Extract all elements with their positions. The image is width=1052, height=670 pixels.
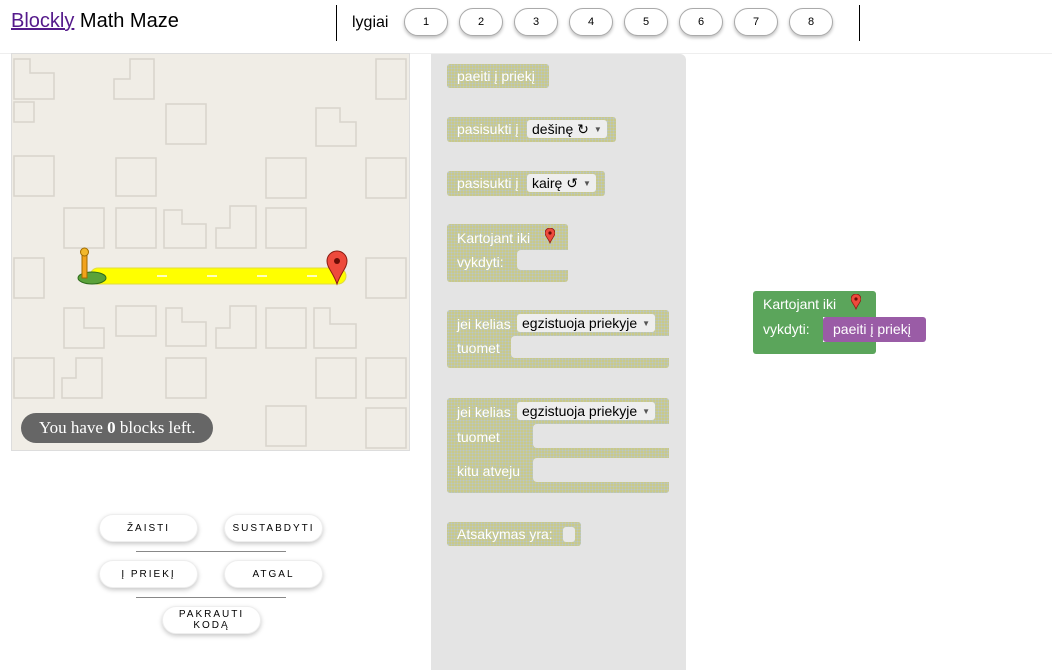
- toolbox-turn-right-block[interactable]: pasisukti į dešinę ↻ ▼: [447, 117, 616, 142]
- turn-left-label: pasisukti į: [457, 175, 519, 191]
- levels-label: lygiai: [352, 14, 389, 31]
- goal-marker-icon: [850, 293, 862, 313]
- app-title-rest: Math Maze: [74, 10, 179, 32]
- maze-canvas: [11, 53, 410, 451]
- if-then-label: tuomet: [457, 340, 500, 356]
- stop-button[interactable]: SUSTABDYTI: [224, 514, 323, 542]
- app-title: Blockly Math Maze: [11, 10, 179, 33]
- toolbox-if-block[interactable]: jei kelias egzistuoja priekyje ▼ tuomet: [447, 310, 669, 368]
- level-3-button[interactable]: 3: [514, 8, 558, 36]
- repeat-do-label: vykdyti:: [457, 254, 504, 270]
- maze-svg: [13, 58, 407, 449]
- if-else-else-slot[interactable]: [533, 458, 669, 482]
- level-4-button[interactable]: 4: [569, 8, 613, 36]
- turn-right-dropdown-value: dešinę ↻: [532, 121, 589, 137]
- if-else-path-label: jei kelias: [457, 404, 511, 420]
- toolbox-if-else-block[interactable]: jei kelias egzistuoja priekyje ▼ tuomet k…: [447, 398, 669, 493]
- controls-divider-1: [136, 551, 286, 552]
- if-path-label: jei kelias: [457, 316, 511, 332]
- workspace-move-forward-label: paeiti į priekį: [833, 321, 911, 337]
- workspace-do-label: vykdyti:: [763, 321, 810, 337]
- if-path-dropdown[interactable]: egzistuoja priekyje ▼: [517, 314, 656, 332]
- if-else-dropdown-value: egzistuoja priekyje: [522, 403, 638, 419]
- if-else-then-slot[interactable]: [533, 424, 669, 448]
- blocks-left-count: 0: [107, 418, 116, 437]
- header-divider-right: [859, 5, 860, 41]
- level-2-button[interactable]: 2: [459, 8, 503, 36]
- workspace-repeat-until-label: Kartojant iki: [763, 296, 837, 312]
- if-else-path-dropdown[interactable]: egzistuoja priekyje ▼: [517, 402, 656, 420]
- step-back-button[interactable]: ATGAL: [224, 560, 323, 588]
- turn-right-dropdown[interactable]: dešinę ↻ ▼: [527, 120, 607, 138]
- turn-left-dropdown-value: kairę ↺: [532, 175, 578, 191]
- dropdown-arrow-icon: ▼: [642, 319, 651, 329]
- if-else-else-label: kitu atveju: [457, 463, 521, 479]
- maze-walls: [13, 58, 407, 449]
- level-8-button[interactable]: 8: [789, 8, 833, 36]
- toolbox: paeiti į priekį pasisukti į dešinę ↻ ▼ pa…: [431, 54, 686, 670]
- toolbox-move-forward-block[interactable]: paeiti į priekį: [447, 64, 549, 88]
- workspace-move-forward-block[interactable]: paeiti į priekį: [823, 317, 926, 342]
- goal-marker-icon: [544, 227, 556, 247]
- level-6-button[interactable]: 6: [679, 8, 723, 36]
- dropdown-arrow-icon: ▼: [582, 179, 591, 189]
- blocks-left-prefix: You have: [39, 418, 108, 437]
- if-path-dropdown-value: egzistuoja priekyje: [522, 315, 638, 331]
- pegman-icon: [77, 247, 107, 285]
- load-code-button[interactable]: PAKRAUTI KODĄ: [162, 606, 261, 634]
- toolbox-repeat-until-block[interactable]: Kartojant iki vykdyti:: [447, 224, 568, 282]
- repeat-until-label: Kartojant iki: [457, 230, 531, 246]
- level-5-button[interactable]: 5: [624, 8, 668, 36]
- repeat-do-slot[interactable]: [517, 250, 568, 270]
- if-else-then-label: tuomet: [457, 429, 500, 445]
- step-forward-button[interactable]: Į PRIEKĮ: [99, 560, 198, 588]
- blocks-left-badge: You have 0 blocks left.: [21, 413, 214, 443]
- turn-left-dropdown[interactable]: kairę ↺ ▼: [527, 174, 596, 192]
- answer-input-slot[interactable]: [563, 527, 575, 542]
- blockly-link[interactable]: Blockly: [11, 10, 74, 32]
- answer-label: Atsakymas yra:: [457, 526, 553, 542]
- blocks-left-suffix: blocks left.: [115, 418, 196, 437]
- if-then-slot[interactable]: [511, 336, 669, 358]
- header-divider-left: [336, 5, 337, 41]
- dropdown-arrow-icon: ▼: [642, 407, 651, 417]
- turn-right-label: pasisukti į: [457, 121, 519, 137]
- controls-divider-2: [136, 597, 286, 598]
- play-button[interactable]: ŽAISTI: [99, 514, 198, 542]
- toolbox-turn-left-block[interactable]: pasisukti į kairę ↺ ▼: [447, 171, 605, 196]
- dropdown-arrow-icon: ▼: [593, 125, 602, 135]
- level-1-button[interactable]: 1: [404, 8, 448, 36]
- level-7-button[interactable]: 7: [734, 8, 778, 36]
- move-forward-label: paeiti į priekį: [457, 68, 535, 84]
- toolbox-answer-block[interactable]: Atsakymas yra:: [447, 522, 581, 546]
